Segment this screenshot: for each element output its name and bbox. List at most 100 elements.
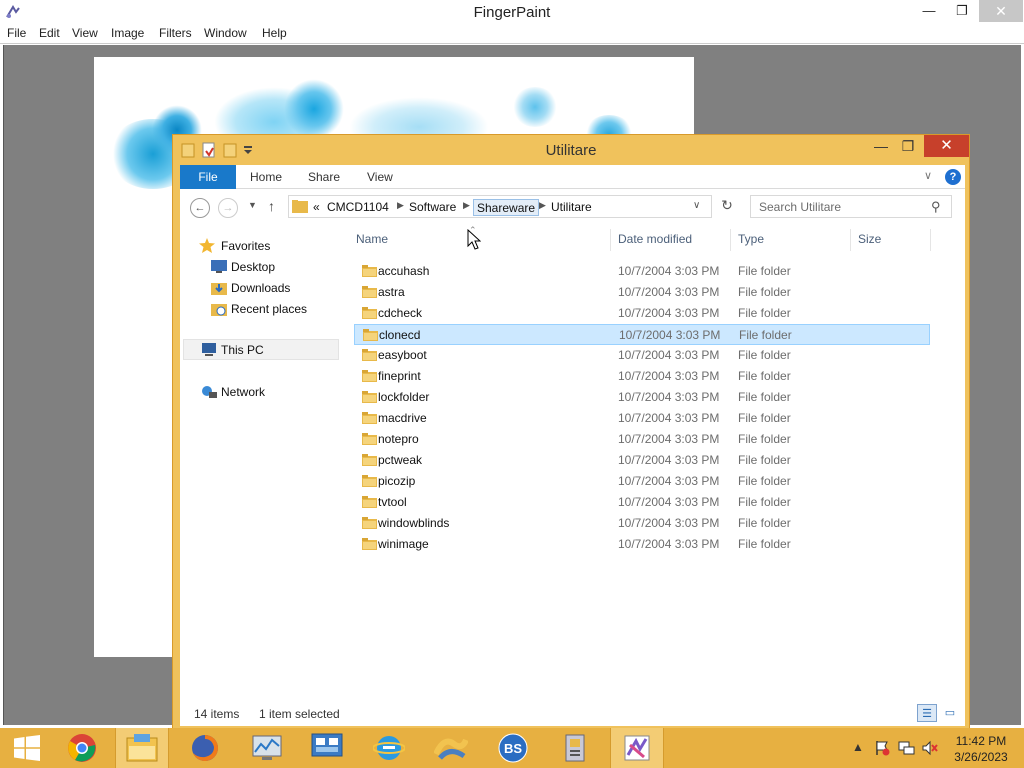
help-icon[interactable]: ? xyxy=(945,169,961,185)
forward-button[interactable]: → xyxy=(218,198,238,218)
menu-help[interactable]: Help xyxy=(262,26,287,40)
taskbar-performance-monitor[interactable] xyxy=(240,728,294,768)
tab-view[interactable]: View xyxy=(367,165,393,189)
column-divider[interactable] xyxy=(730,229,731,251)
column-date-modified[interactable]: Date modified xyxy=(618,232,692,246)
system-clock[interactable]: 11:42 PM 3/26/2023 xyxy=(948,733,1014,765)
up-button[interactable]: ↑ xyxy=(268,198,275,214)
menu-file[interactable]: File xyxy=(7,26,26,40)
column-size[interactable]: Size xyxy=(858,232,881,246)
details-view-button[interactable]: ☰ xyxy=(917,704,937,722)
refresh-icon[interactable]: ↻ xyxy=(716,197,738,217)
address-overflow[interactable]: « xyxy=(313,199,320,216)
file-name: tvtool xyxy=(378,495,407,509)
nav-downloads[interactable]: Downloads xyxy=(231,278,290,298)
star-icon xyxy=(199,238,215,253)
table-row[interactable]: lockfolder 10/7/2004 3:03 PM File folder xyxy=(354,387,930,408)
tab-share[interactable]: Share xyxy=(308,165,340,189)
nav-desktop[interactable]: Desktop xyxy=(231,257,275,277)
fingerpaint-maximize-button[interactable]: ❐ xyxy=(945,0,979,22)
volume-muted-icon[interactable] xyxy=(922,740,938,759)
file-date-modified: 10/7/2004 3:03 PM xyxy=(618,390,720,404)
taskbar-bs-player[interactable]: BS xyxy=(486,728,540,768)
folder-icon xyxy=(362,475,377,487)
start-button[interactable] xyxy=(0,728,54,768)
menu-edit[interactable]: Edit xyxy=(39,26,60,40)
menu-window[interactable]: Window xyxy=(204,26,247,40)
file-type: File folder xyxy=(738,474,791,488)
file-type: File folder xyxy=(738,369,791,383)
taskbar-firefox[interactable] xyxy=(178,728,232,768)
table-row[interactable]: fineprint 10/7/2004 3:03 PM File folder xyxy=(354,366,930,387)
explorer-window: Utilitare — ❐ ✕ File Home Share View ∨ ?… xyxy=(172,134,970,729)
menu-image[interactable]: Image xyxy=(111,26,144,40)
taskbar-chrome[interactable] xyxy=(55,728,109,768)
paint-stroke xyxy=(284,79,344,139)
nav-recent-places[interactable]: Recent places xyxy=(231,299,307,319)
file-date-modified: 10/7/2004 3:03 PM xyxy=(618,474,720,488)
file-name: fineprint xyxy=(378,369,421,383)
table-row[interactable]: windowblinds 10/7/2004 3:03 PM File folder xyxy=(354,513,930,534)
table-row[interactable]: tvtool 10/7/2004 3:03 PM File folder xyxy=(354,492,930,513)
network-status-icon[interactable] xyxy=(898,740,916,759)
file-type: File folder xyxy=(738,390,791,404)
column-name[interactable]: Name xyxy=(356,232,388,246)
breadcrumb-chevron-icon[interactable]: ▶ xyxy=(397,200,404,211)
nav-network[interactable]: Network xyxy=(221,382,265,402)
back-button[interactable]: ← xyxy=(190,198,210,218)
table-row[interactable]: macdrive 10/7/2004 3:03 PM File folder xyxy=(354,408,930,429)
fingerpaint-close-button[interactable]: ✕ xyxy=(979,0,1023,22)
menu-view[interactable]: View xyxy=(72,26,98,40)
show-hidden-icons-chevron-icon[interactable]: ▲ xyxy=(852,740,864,754)
table-row[interactable]: accuhash 10/7/2004 3:03 PM File folder xyxy=(354,261,930,282)
table-row[interactable]: astra 10/7/2004 3:03 PM File folder xyxy=(354,282,930,303)
taskbar-internet-explorer[interactable] xyxy=(362,728,416,768)
breadcrumb-software[interactable]: Software xyxy=(409,199,456,216)
table-row[interactable]: picozip 10/7/2004 3:03 PM File folder xyxy=(354,471,930,492)
breadcrumb-chevron-icon[interactable]: ▶ xyxy=(463,200,470,211)
column-divider[interactable] xyxy=(930,229,931,251)
fingerpaint-icon xyxy=(624,735,650,761)
large-icons-view-button[interactable]: ▭ xyxy=(940,704,960,722)
network-admin-icon xyxy=(311,733,343,757)
table-row[interactable]: winimage 10/7/2004 3:03 PM File folder xyxy=(354,534,930,555)
breadcrumb-cmcd1104[interactable]: CMCD1104 xyxy=(327,199,389,216)
table-row[interactable]: easyboot 10/7/2004 3:03 PM File folder xyxy=(354,345,930,366)
taskbar-network-admin[interactable] xyxy=(300,728,354,768)
taskbar-fingerpaint[interactable] xyxy=(610,728,664,768)
ribbon-tabs: File Home Share View ∨ ? xyxy=(180,165,965,189)
breadcrumb-utilitare[interactable]: Utilitare xyxy=(551,199,592,216)
tab-file[interactable]: File xyxy=(180,165,236,189)
taskbar-file-explorer[interactable] xyxy=(115,728,169,768)
explorer-minimize-button[interactable]: — xyxy=(868,135,894,157)
tab-home[interactable]: Home xyxy=(250,165,282,189)
table-row[interactable]: clonecd 10/7/2004 3:03 PM File folder xyxy=(354,324,930,345)
file-date-modified: 10/7/2004 3:03 PM xyxy=(618,411,720,425)
expand-ribbon-chevron-icon[interactable]: ∨ xyxy=(924,169,932,182)
breadcrumb-shareware[interactable]: Shareware xyxy=(473,199,540,216)
taskbar-installer[interactable] xyxy=(548,728,602,768)
performance-monitor-icon xyxy=(252,735,282,760)
column-divider[interactable] xyxy=(610,229,611,251)
column-type[interactable]: Type xyxy=(738,232,764,246)
column-divider[interactable] xyxy=(850,229,851,251)
file-name: cdcheck xyxy=(378,306,423,320)
file-type: File folder xyxy=(738,453,791,467)
explorer-maximize-button[interactable]: ❐ xyxy=(895,135,921,157)
nav-favorites[interactable]: Favorites xyxy=(221,236,270,256)
recent-locations-dropdown-icon[interactable]: ▼ xyxy=(248,200,257,210)
nav-this-pc[interactable]: This PC xyxy=(221,340,264,360)
explorer-close-button[interactable]: ✕ xyxy=(924,135,969,157)
menu-filters[interactable]: Filters xyxy=(159,26,192,40)
breadcrumb-chevron-icon[interactable]: ▶ xyxy=(539,200,546,211)
search-icon[interactable]: ⚲ xyxy=(931,199,941,215)
fingerpaint-minimize-button[interactable]: — xyxy=(912,0,946,22)
address-dropdown-icon[interactable]: ∨ xyxy=(693,200,700,211)
table-row[interactable]: cdcheck 10/7/2004 3:03 PM File folder xyxy=(354,303,930,324)
search-input[interactable]: Search Utilitare ⚲ xyxy=(750,195,952,218)
table-row[interactable]: notepro 10/7/2004 3:03 PM File folder xyxy=(354,429,930,450)
taskbar-paint-shop[interactable] xyxy=(424,728,478,768)
address-bar[interactable]: « CMCD1104 ▶ Software ▶ Shareware ▶ Util… xyxy=(288,195,712,218)
action-center-flag-icon[interactable] xyxy=(874,740,890,759)
table-row[interactable]: pctweak 10/7/2004 3:03 PM File folder xyxy=(354,450,930,471)
